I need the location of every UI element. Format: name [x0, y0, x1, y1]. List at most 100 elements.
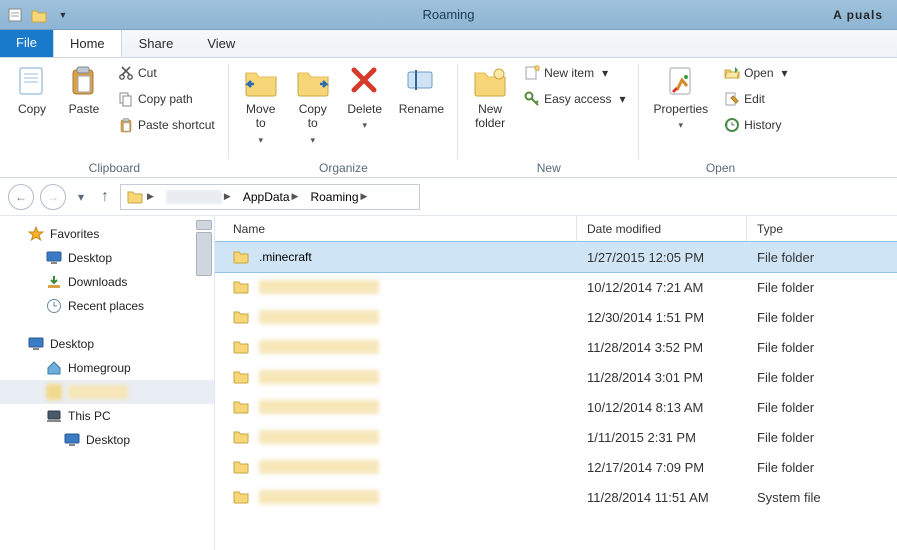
new-item-button[interactable]: New item▾: [520, 62, 629, 84]
copy-icon: [15, 64, 49, 98]
tab-file[interactable]: File: [0, 29, 53, 57]
qat-properties-icon[interactable]: [6, 6, 24, 24]
file-date: 11/28/2014 11:51 AM: [577, 490, 747, 505]
tree-label: Homegroup: [68, 361, 131, 375]
folder-icon: [233, 488, 251, 506]
delete-label: Delete: [347, 102, 382, 116]
easy-access-icon: [524, 91, 540, 107]
copy-to-button[interactable]: Copy to▾: [291, 62, 335, 148]
file-type: File folder: [747, 310, 897, 325]
breadcrumb-redacted: [166, 190, 222, 204]
edit-button[interactable]: Edit: [720, 88, 791, 110]
recent-locations-button[interactable]: ▾: [72, 184, 90, 210]
delete-icon: [348, 64, 382, 98]
tree-fav-desktop[interactable]: Desktop: [0, 246, 214, 270]
tab-home[interactable]: Home: [53, 29, 122, 57]
history-button[interactable]: History: [720, 114, 791, 136]
watermark-text: A puals: [833, 8, 883, 22]
forward-button[interactable]: →: [40, 184, 66, 210]
breadcrumb-root[interactable]: ▶: [123, 186, 158, 208]
new-item-icon: [524, 65, 540, 81]
tree-this-pc[interactable]: This PC: [0, 404, 214, 428]
rename-button[interactable]: Rename: [395, 62, 448, 118]
column-date-modified[interactable]: Date modified: [577, 216, 747, 241]
ribbon-tabs: File Home Share View: [0, 30, 897, 58]
file-row[interactable]: 12/17/2014 7:09 PMFile folder: [215, 452, 897, 482]
tree-homegroup[interactable]: Homegroup: [0, 356, 214, 380]
group-organize-label: Organize: [319, 161, 368, 175]
copy-path-icon: [118, 91, 134, 107]
file-row[interactable]: 10/12/2014 7:21 AMFile folder: [215, 272, 897, 302]
new-folder-label: New folder: [475, 102, 505, 131]
column-type[interactable]: Type: [747, 216, 897, 241]
move-to-button[interactable]: Move to▾: [239, 62, 283, 148]
chevron-down-icon: ▾: [679, 120, 684, 131]
properties-label: Properties: [653, 102, 708, 116]
breadcrumb-roaming[interactable]: Roaming▶: [306, 186, 371, 208]
back-button[interactable]: ←: [8, 184, 34, 210]
properties-button[interactable]: Properties ▾: [649, 62, 712, 133]
group-clipboard: Copy Paste Cut Copy path Paste shortcut …: [0, 58, 229, 177]
file-name: .minecraft: [259, 250, 312, 264]
file-date: 12/30/2014 1:51 PM: [577, 310, 747, 325]
history-label: History: [744, 118, 781, 132]
up-button[interactable]: ↑: [96, 184, 114, 210]
address-bar[interactable]: ▶ ▶ AppData▶ Roaming▶: [120, 184, 420, 210]
chevron-down-icon: ▾: [782, 66, 788, 80]
move-to-icon: [244, 64, 278, 98]
tree-pc-desktop[interactable]: Desktop: [0, 428, 214, 452]
qat-dropdown-icon[interactable]: ▼: [54, 6, 72, 24]
ribbon: Copy Paste Cut Copy path Paste shortcut …: [0, 58, 897, 178]
file-row[interactable]: 1/11/2015 2:31 PMFile folder: [215, 422, 897, 452]
paste-shortcut-button[interactable]: Paste shortcut: [114, 114, 219, 136]
tab-share[interactable]: Share: [122, 29, 191, 57]
tree-favorites[interactable]: Favorites: [0, 222, 214, 246]
paste-button[interactable]: Paste: [62, 62, 106, 118]
file-row[interactable]: .minecraft1/27/2015 12:05 PMFile folder: [215, 242, 897, 272]
tree-desktop-root[interactable]: Desktop: [0, 332, 214, 356]
file-type: File folder: [747, 400, 897, 415]
file-type: File folder: [747, 340, 897, 355]
cut-icon: [118, 65, 134, 81]
edit-label: Edit: [744, 92, 765, 106]
qat-newfolder-icon[interactable]: [30, 6, 48, 24]
file-row[interactable]: 12/30/2014 1:51 PMFile folder: [215, 302, 897, 332]
copy-button[interactable]: Copy: [10, 62, 54, 118]
file-list: Name Date modified Type .minecraft1/27/2…: [215, 216, 897, 550]
tree-user-redacted[interactable]: [0, 380, 214, 404]
new-folder-button[interactable]: New folder: [468, 62, 512, 133]
folder-icon: [233, 278, 251, 296]
tree-fav-downloads[interactable]: Downloads: [0, 270, 214, 294]
breadcrumb-user[interactable]: ▶: [162, 186, 235, 208]
redacted-icon: [46, 384, 62, 400]
open-button[interactable]: Open▾: [720, 62, 791, 84]
tree-label: Downloads: [68, 275, 127, 289]
file-name-redacted: [259, 460, 379, 474]
column-name[interactable]: Name: [215, 216, 577, 241]
chevron-down-icon: ▾: [310, 135, 315, 146]
tree-label: Desktop: [68, 251, 112, 265]
tree-label: This PC: [68, 409, 111, 423]
copy-path-button[interactable]: Copy path: [114, 88, 219, 110]
tree-scrollbar[interactable]: [196, 220, 212, 278]
tab-view[interactable]: View: [190, 29, 252, 57]
tree-fav-recent[interactable]: Recent places: [0, 294, 214, 318]
group-new: New folder New item▾ Easy access▾ New: [458, 58, 639, 177]
file-date: 10/12/2014 8:13 AM: [577, 400, 747, 415]
file-row[interactable]: 11/28/2014 3:01 PMFile folder: [215, 362, 897, 392]
chevron-down-icon: ▾: [619, 92, 625, 106]
breadcrumb-appdata[interactable]: AppData▶: [239, 186, 303, 208]
chevron-down-icon: ▾: [602, 66, 608, 80]
copy-path-label: Copy path: [138, 92, 193, 106]
file-row[interactable]: 10/12/2014 8:13 AMFile folder: [215, 392, 897, 422]
navigation-pane: Favorites Desktop Downloads Recent place…: [0, 216, 215, 550]
easy-access-button[interactable]: Easy access▾: [520, 88, 629, 110]
chevron-right-icon: ▶: [224, 191, 231, 202]
tree-label: Recent places: [68, 299, 144, 313]
file-type: File folder: [747, 460, 897, 475]
cut-button[interactable]: Cut: [114, 62, 219, 84]
titlebar: ▼ Roaming: [0, 0, 897, 30]
file-row[interactable]: 11/28/2014 11:51 AMSystem file: [215, 482, 897, 512]
delete-button[interactable]: Delete▾: [343, 62, 387, 133]
file-row[interactable]: 11/28/2014 3:52 PMFile folder: [215, 332, 897, 362]
